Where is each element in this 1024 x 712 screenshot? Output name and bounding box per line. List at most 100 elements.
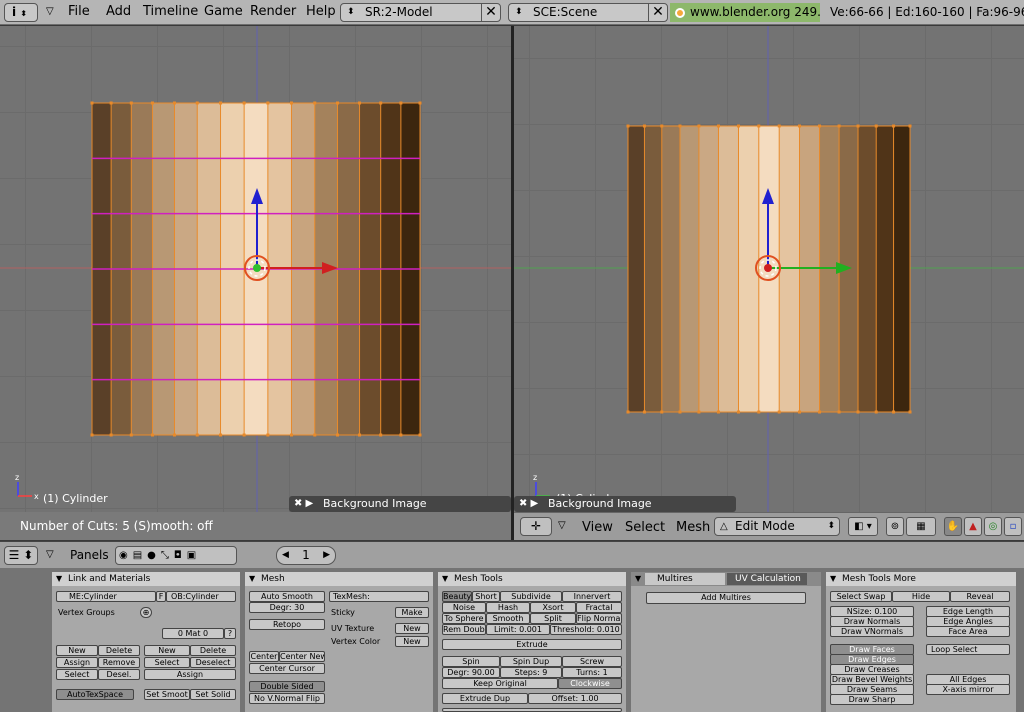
auto-smooth-toggle[interactable]: Auto Smooth — [249, 591, 325, 602]
rotate-icon[interactable]: ◎ — [984, 517, 1002, 536]
menu-add[interactable]: Add — [106, 4, 131, 19]
smooth-button[interactable]: Smooth — [486, 613, 530, 624]
menu-mesh[interactable]: Mesh — [676, 520, 710, 535]
offset-field[interactable]: Offset: 1.00 — [528, 693, 622, 704]
object-name-field[interactable]: OB:Cylinder — [166, 591, 236, 602]
panel-title[interactable]: ▼ Link and Materials — [52, 572, 240, 586]
tab-multires[interactable]: Multires — [645, 573, 725, 585]
pivot-icon[interactable]: ⊚ — [886, 517, 904, 536]
innervert-button[interactable]: Innervert — [562, 591, 622, 602]
spin-dup-button[interactable]: Spin Dup — [500, 656, 562, 667]
menu-view[interactable]: View — [582, 520, 613, 535]
to-sphere-button[interactable]: To Sphere — [442, 613, 486, 624]
spin-button[interactable]: Spin — [442, 656, 500, 667]
mode-selector[interactable]: △ Edit Mode ⬍ — [714, 517, 840, 536]
face-area-toggle[interactable]: Face Area — [926, 626, 1010, 637]
info-icon[interactable]: i ⬍ — [4, 3, 38, 22]
menu-game[interactable]: Game — [204, 4, 243, 19]
extrude-dup-button[interactable]: Extrude Dup — [442, 693, 528, 704]
split-button[interactable]: Split — [530, 613, 576, 624]
vgroup-remove-button[interactable]: Remove — [98, 657, 140, 668]
no-vnormal-flip-toggle[interactable]: No V.Normal Flip — [249, 693, 325, 704]
limit-field[interactable]: Limit: 0.001 — [486, 624, 550, 635]
panel-title[interactable]: ▼ Mesh — [245, 572, 433, 586]
screw-button[interactable]: Screw — [562, 656, 622, 667]
vgroup-new-button[interactable]: New — [56, 645, 98, 656]
degrees-field[interactable]: Degr: 90.00 — [442, 667, 500, 678]
vgroup-delete-button[interactable]: Delete — [98, 645, 140, 656]
draw-type-icon[interactable]: ◧ ▾ — [848, 517, 878, 536]
select-swap-button[interactable]: Select Swap — [830, 591, 892, 602]
hand-icon[interactable]: ✋ — [944, 517, 962, 536]
panel-title[interactable]: ▼ Mesh Tools More — [826, 572, 1016, 586]
autotexspace-toggle[interactable]: AutoTexSpace — [56, 689, 134, 700]
close-play-icon[interactable]: ✖ ▶ — [519, 496, 538, 512]
scene-selector[interactable]: ⬍ SCE:Scene ✕ — [508, 3, 668, 22]
close-play-icon[interactable]: ✖ ▶ — [294, 496, 313, 512]
close-icon[interactable]: ✕ — [481, 3, 500, 22]
scale-icon[interactable]: ▫ — [1004, 517, 1022, 536]
vgroup-select-button[interactable]: Select — [56, 669, 98, 680]
context-tabs[interactable]: ◉▤●⤡◘▣ — [115, 546, 237, 565]
hide-button[interactable]: Hide — [892, 591, 950, 602]
frame-field[interactable]: ◀ 1 ▶ — [276, 546, 336, 565]
set-smooth-button[interactable]: Set Smoot — [144, 689, 190, 700]
screen-selector[interactable]: ⬍ SR:2-Model ✕ — [340, 3, 501, 22]
turns-field[interactable]: Turns: 1 — [562, 667, 622, 678]
3d-viewport-top[interactable]: z (1) Cylinder ✖ ▶ Background Image — [514, 26, 1024, 512]
short-toggle[interactable]: Short — [472, 591, 500, 602]
collapse-menus-icon[interactable]: ▽ — [558, 520, 566, 531]
vgroup-deselect-button[interactable]: Desel. — [98, 669, 140, 680]
menu-render[interactable]: Render — [250, 4, 296, 19]
add-group-icon[interactable]: ⊕ — [140, 607, 152, 618]
noise-button[interactable]: Noise — [442, 602, 486, 613]
collapse-menus-icon[interactable]: ▽ — [46, 549, 54, 560]
collapse-menus-icon[interactable]: ▽ — [46, 6, 54, 17]
editor-type-icon[interactable]: ☰ ⬍ — [4, 546, 38, 565]
sticky-make-button[interactable]: Make — [395, 607, 429, 618]
panels-menu[interactable]: Panels — [70, 548, 109, 562]
keep-original-toggle[interactable]: Keep Original — [442, 678, 558, 689]
mat-assign-button[interactable]: Assign — [144, 669, 236, 680]
loop-select-dropdown[interactable]: Loop Select — [926, 644, 1010, 655]
menu-file[interactable]: File — [68, 4, 90, 19]
menu-select[interactable]: Select — [625, 520, 665, 535]
3d-viewport-front[interactable]: z x (1) Cylinder ✖ ▶ Background Image — [0, 26, 511, 512]
close-icon[interactable]: ✕ — [648, 3, 667, 22]
threshold-field[interactable]: Threshold: 0.010 — [550, 624, 622, 635]
menu-help[interactable]: Help — [306, 4, 336, 19]
retopo-toggle[interactable]: Retopo — [249, 619, 325, 630]
mesh-name-field[interactable]: ME:Cylinder — [56, 591, 156, 602]
material-index-field[interactable]: 0 Mat 0 — [162, 628, 224, 639]
center-button[interactable]: Center — [249, 651, 279, 662]
xsort-button[interactable]: Xsort — [530, 602, 576, 613]
beauty-toggle[interactable]: Beauty — [442, 591, 472, 602]
subdivide-button[interactable]: Subdivide — [500, 591, 562, 602]
mat-delete-button[interactable]: Delete — [190, 645, 236, 656]
translate-icon[interactable]: ▲ — [964, 517, 982, 536]
vgroup-assign-button[interactable]: Assign — [56, 657, 98, 668]
rem-doubles-button[interactable]: Rem Doubl — [442, 624, 486, 635]
background-image-panel[interactable]: ✖ ▶ Background Image — [514, 496, 736, 512]
smooth-degree-field[interactable]: Degr: 30 — [249, 602, 325, 613]
tab-uv-calculation[interactable]: UV Calculation — [727, 573, 807, 585]
fractal-button[interactable]: Fractal — [576, 602, 622, 613]
add-multires-button[interactable]: Add Multires — [646, 592, 806, 604]
set-solid-button[interactable]: Set Solid — [190, 689, 236, 700]
fake-user-button[interactable]: F — [156, 591, 166, 602]
steps-field[interactable]: Steps: 9 — [500, 667, 562, 678]
center-new-button[interactable]: Center New — [279, 651, 325, 662]
mat-new-button[interactable]: New — [144, 645, 190, 656]
menu-timeline[interactable]: Timeline — [143, 4, 198, 19]
texmesh-field[interactable]: TexMesh: — [329, 591, 429, 602]
flip-normal-button[interactable]: Flip Normal — [576, 613, 622, 624]
x-axis-mirror-toggle[interactable]: X-axis mirror — [926, 684, 1010, 695]
hash-button[interactable]: Hash — [486, 602, 530, 613]
editor-type-icon[interactable]: ✛ — [520, 517, 552, 536]
layers-icon[interactable]: ▦ — [906, 517, 936, 536]
background-image-panel[interactable]: ✖ ▶ Background Image — [289, 496, 511, 512]
uv-new-button[interactable]: New — [395, 623, 429, 634]
draw-sharp-toggle[interactable]: Draw Sharp — [830, 694, 914, 705]
center-cursor-button[interactable]: Center Cursor — [249, 663, 325, 674]
double-sided-toggle[interactable]: Double Sided — [249, 681, 325, 692]
